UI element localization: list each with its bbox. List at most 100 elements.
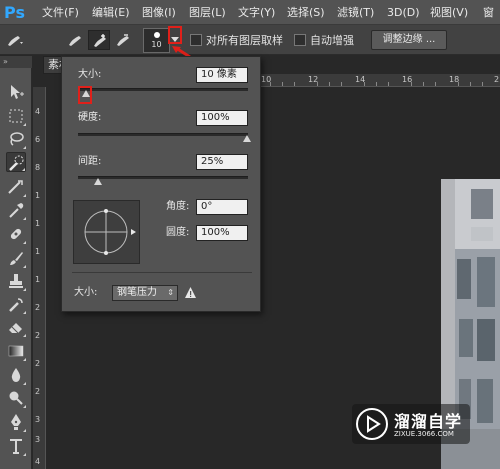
- gradient-tool-icon[interactable]: [6, 341, 26, 361]
- size-control-label: 大小:: [74, 287, 98, 298]
- ruler-label: 2: [35, 359, 41, 368]
- spacing-label: 间距:: [78, 156, 102, 167]
- tool-group-corner-icon: [23, 123, 26, 126]
- hardness-slider-thumb[interactable]: [243, 135, 251, 142]
- ruler-label: 4: [35, 107, 41, 116]
- watermark-url: ZIXUE.3066.COM: [394, 430, 454, 438]
- warning-icon: [185, 287, 196, 298]
- history-brush-tool-icon[interactable]: [6, 294, 26, 314]
- subtract-from-selection-icon[interactable]: [112, 30, 134, 50]
- tool-group-corner-icon: [22, 168, 25, 171]
- tool-group-corner-icon: [23, 217, 26, 220]
- add-to-selection-icon[interactable]: [88, 30, 110, 50]
- pen-tool-icon[interactable]: [6, 412, 26, 432]
- dodge-tool-icon[interactable]: [6, 388, 26, 408]
- type-tool-icon[interactable]: [6, 436, 26, 456]
- tools-panel: »: [0, 56, 32, 469]
- tool-group-corner-icon: [23, 405, 26, 408]
- brush-size-readout: 10: [151, 40, 162, 49]
- lasso-tool-icon[interactable]: [6, 129, 26, 149]
- menu-layer[interactable]: 图层(L): [189, 6, 226, 19]
- auto-enhance-label: 自动增强: [310, 34, 354, 47]
- blur-tool-icon[interactable]: [6, 365, 26, 385]
- eraser-tool-icon[interactable]: [6, 317, 26, 337]
- tool-group-corner-icon: [23, 453, 26, 456]
- menu-window[interactable]: 窗: [483, 6, 494, 19]
- angle-label: 角度:: [166, 201, 190, 212]
- menu-view[interactable]: 视图(V): [430, 6, 468, 19]
- tool-group-corner-icon: [23, 288, 26, 291]
- clone-stamp-tool-icon[interactable]: [6, 271, 26, 291]
- tool-group-corner-icon: [23, 429, 26, 432]
- hardness-field[interactable]: 100%: [196, 110, 248, 126]
- tool-group-corner-icon: [23, 311, 26, 314]
- menu-file[interactable]: 文件(F): [42, 6, 79, 19]
- ruler-label: 1: [35, 219, 41, 228]
- watermark-title: 溜溜自学: [394, 412, 463, 431]
- menu-3d[interactable]: 3D(D): [387, 6, 420, 19]
- spacing-slider-track[interactable]: [78, 176, 248, 179]
- menu-type[interactable]: 文字(Y): [238, 6, 275, 19]
- ruler-label: 2: [35, 387, 41, 396]
- ruler-label: 3: [35, 415, 41, 424]
- angle-field[interactable]: 0°: [196, 199, 248, 215]
- size-control-value: 钢笔压力: [117, 287, 157, 298]
- menu-filter[interactable]: 滤镜(T): [337, 6, 374, 19]
- ruler-label: 4: [35, 457, 41, 466]
- size-label: 大小:: [78, 69, 102, 80]
- ruler-label: 1: [35, 191, 41, 200]
- healing-brush-tool-icon[interactable]: [6, 224, 26, 244]
- panel-divider: [72, 272, 252, 273]
- menu-image[interactable]: 图像(I): [142, 6, 176, 19]
- crop-tool-icon[interactable]: [6, 177, 26, 197]
- tool-group-corner-icon: [23, 265, 26, 268]
- roundness-label: 圆度:: [166, 227, 190, 238]
- menu-bar: Ps 文件(F) 编辑(E) 图像(I) 图层(L) 文字(Y) 选择(S) 滤…: [0, 0, 500, 25]
- ruler-label: 1: [35, 275, 41, 284]
- quick-selection-tool-icon[interactable]: [6, 152, 26, 172]
- ruler-label: 2: [494, 75, 500, 84]
- ruler-label: 3: [35, 435, 41, 444]
- menu-select[interactable]: 选择(S): [287, 6, 325, 19]
- size-slider-track[interactable]: [78, 88, 248, 91]
- marquee-tool-icon[interactable]: [6, 106, 26, 126]
- size-control-select[interactable]: 钢笔压力 ⇕: [112, 285, 178, 301]
- ruler-label: 6: [35, 135, 41, 144]
- size-field[interactable]: 10 像素: [196, 67, 248, 83]
- ruler-vertical: 4 6 8 1 1 1 1 2 2 2 2 3 3 4: [33, 87, 46, 469]
- spacing-field[interactable]: 25%: [196, 154, 248, 170]
- refine-edge-button[interactable]: 调整边缘 ...: [371, 30, 447, 50]
- eyedropper-tool-icon[interactable]: [6, 200, 26, 220]
- menu-edit[interactable]: 编辑(E): [92, 6, 130, 19]
- tools-panel-header[interactable]: »: [0, 56, 32, 68]
- tool-group-corner-icon: [23, 334, 26, 337]
- sample-all-layers-label: 对所有图层取样: [206, 34, 283, 47]
- watermark: 溜溜自学 ZIXUE.3066.COM: [352, 404, 470, 444]
- new-selection-icon[interactable]: [64, 30, 86, 50]
- hardness-slider-track[interactable]: [78, 133, 248, 136]
- select-arrows-icon: ⇕: [167, 288, 174, 297]
- hardness-label: 硬度:: [78, 112, 102, 123]
- tool-group-corner-icon: [23, 382, 26, 385]
- tool-group-corner-icon: [23, 194, 26, 197]
- brush-picker-button[interactable]: 10: [143, 28, 170, 53]
- brush-tip-dot: [154, 32, 160, 38]
- ruler-label: 1: [35, 247, 41, 256]
- ruler-label: 8: [35, 163, 41, 172]
- highlight-dropdown-arrow: [168, 26, 182, 44]
- tool-group-corner-icon: [23, 358, 26, 361]
- brush-tool-icon[interactable]: [6, 248, 26, 268]
- brush-preset-panel: 大小: 10 像素 硬度: 100% 间距: 25% 角度: 0° 圆度: 10…: [61, 56, 261, 312]
- spacing-slider-thumb[interactable]: [94, 178, 103, 185]
- ruler-label: 2: [35, 303, 41, 312]
- move-tool-icon[interactable]: [6, 82, 26, 102]
- brush-angle-preview[interactable]: [73, 200, 140, 264]
- roundness-field[interactable]: 100%: [196, 225, 248, 241]
- auto-enhance-checkbox[interactable]: [294, 34, 306, 46]
- ruler-horizontal: 10 12 14 16 18 2: [258, 74, 500, 87]
- highlight-size-slider: [78, 86, 92, 104]
- tool-preset-icon[interactable]: [4, 30, 26, 50]
- tool-group-corner-icon: [23, 241, 26, 244]
- ruler-label: 2: [35, 331, 41, 340]
- photoshop-logo: Ps: [4, 3, 25, 22]
